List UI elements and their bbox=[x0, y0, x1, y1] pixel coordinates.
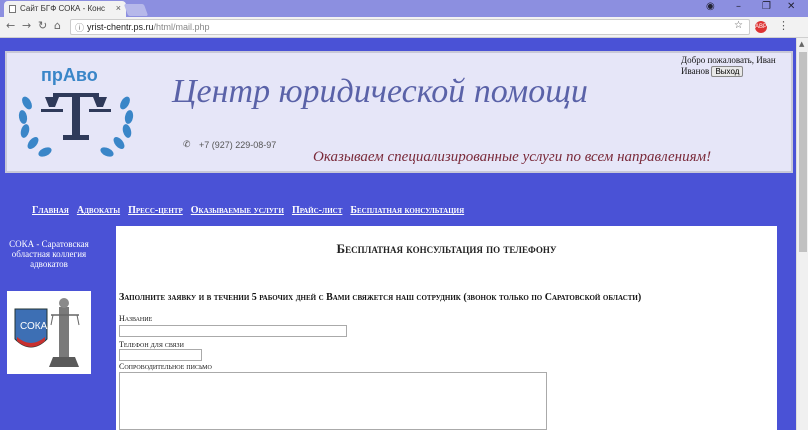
close-icon[interactable]: × bbox=[116, 3, 121, 13]
forward-icon[interactable]: → bbox=[22, 19, 31, 32]
info-icon[interactable]: ⓘ bbox=[75, 21, 84, 34]
adblock-extension-icon[interactable]: ABP bbox=[755, 21, 767, 33]
phone-icon: ✆ bbox=[183, 140, 191, 150]
url-host: yrist-chentr.ps.ru bbox=[87, 22, 154, 32]
restore-icon[interactable]: ❐ bbox=[762, 1, 771, 12]
phone-input[interactable] bbox=[119, 349, 202, 361]
justice-statue-icon: СОКА bbox=[14, 298, 80, 367]
window-close-icon[interactable]: ✕ bbox=[787, 1, 795, 12]
login-box: Добро пожаловать, Иван Иванов Выход bbox=[681, 55, 793, 77]
main-nav: Главная Адвокаты Пресс-центр Оказываемые… bbox=[32, 200, 468, 216]
nav-link-consultation[interactable]: Бесплатная консультация bbox=[350, 205, 464, 216]
nav-link-press[interactable]: Пресс-центр bbox=[128, 205, 183, 216]
site-header: прАво Центр юридической помощи ✆ +7 (927… bbox=[5, 51, 793, 173]
page-scrollbar[interactable]: ▲ bbox=[796, 38, 808, 430]
home-icon[interactable]: ⌂ bbox=[54, 19, 61, 32]
tab-title: Сайт БГФ СОКА - Конс bbox=[20, 4, 106, 13]
page-title: Бесплатная консультация по телефону bbox=[336, 241, 557, 256]
main-content: Бесплатная консультация по телефону Запо… bbox=[116, 226, 777, 430]
browser-toolbar: ← → ↻ ⌂ ⓘ yrist-chentr.ps.ru/html/mail.p… bbox=[0, 17, 808, 38]
sidebar-title: СОКА - Саратовская областная коллегия ад… bbox=[9, 239, 89, 269]
bookmark-star-icon[interactable]: ☆ bbox=[734, 20, 743, 31]
phone-label: Телефон для связи bbox=[119, 340, 184, 349]
reload-icon[interactable]: ↻ bbox=[38, 19, 47, 32]
name-input[interactable] bbox=[119, 325, 347, 337]
form-notice: Заполните заявку и в течении 5 рабочих д… bbox=[119, 292, 642, 303]
user-profile-icon[interactable]: ◉ bbox=[706, 1, 715, 12]
letter-label: Сопроводительное письмо bbox=[119, 362, 212, 371]
page-icon bbox=[9, 5, 16, 13]
nav-link-prices[interactable]: Прайс-лист bbox=[292, 205, 342, 216]
scroll-thumb[interactable] bbox=[799, 52, 807, 252]
new-tab-button[interactable] bbox=[123, 4, 149, 16]
phone-number: +7 (927) 229-08-97 bbox=[199, 140, 277, 150]
soka-emblem-image[interactable]: СОКА bbox=[7, 291, 91, 374]
nav-link-home[interactable]: Главная bbox=[32, 205, 69, 216]
logout-button[interactable]: Выход bbox=[711, 66, 744, 77]
minimize-icon[interactable]: – bbox=[736, 1, 741, 12]
letter-textarea[interactable] bbox=[119, 372, 547, 430]
slogan: Оказываем специализированные услуги по в… bbox=[313, 149, 712, 165]
browser-tab[interactable]: Сайт БГФ СОКА - Конс × bbox=[4, 1, 126, 17]
browser-titlebar: Сайт БГФ СОКА - Конс × ◉ – ❐ ✕ bbox=[0, 0, 808, 17]
nav-link-lawyers[interactable]: Адвокаты bbox=[77, 205, 120, 216]
site-title: Центр юридической помощи bbox=[172, 73, 588, 110]
emblem-text: СОКА bbox=[20, 321, 48, 332]
back-icon[interactable]: ← bbox=[6, 19, 15, 32]
browser-menu-icon[interactable]: ⋮ bbox=[778, 19, 789, 32]
scales-logo-icon bbox=[18, 93, 134, 157]
url-path: /html/mail.php bbox=[153, 22, 210, 32]
name-label: Название bbox=[119, 314, 153, 323]
nav-link-services[interactable]: Оказываемые услуги bbox=[191, 205, 284, 216]
address-bar[interactable]: ⓘ yrist-chentr.ps.ru/html/mail.php ☆ bbox=[70, 19, 750, 35]
scroll-up-icon[interactable]: ▲ bbox=[799, 40, 804, 48]
